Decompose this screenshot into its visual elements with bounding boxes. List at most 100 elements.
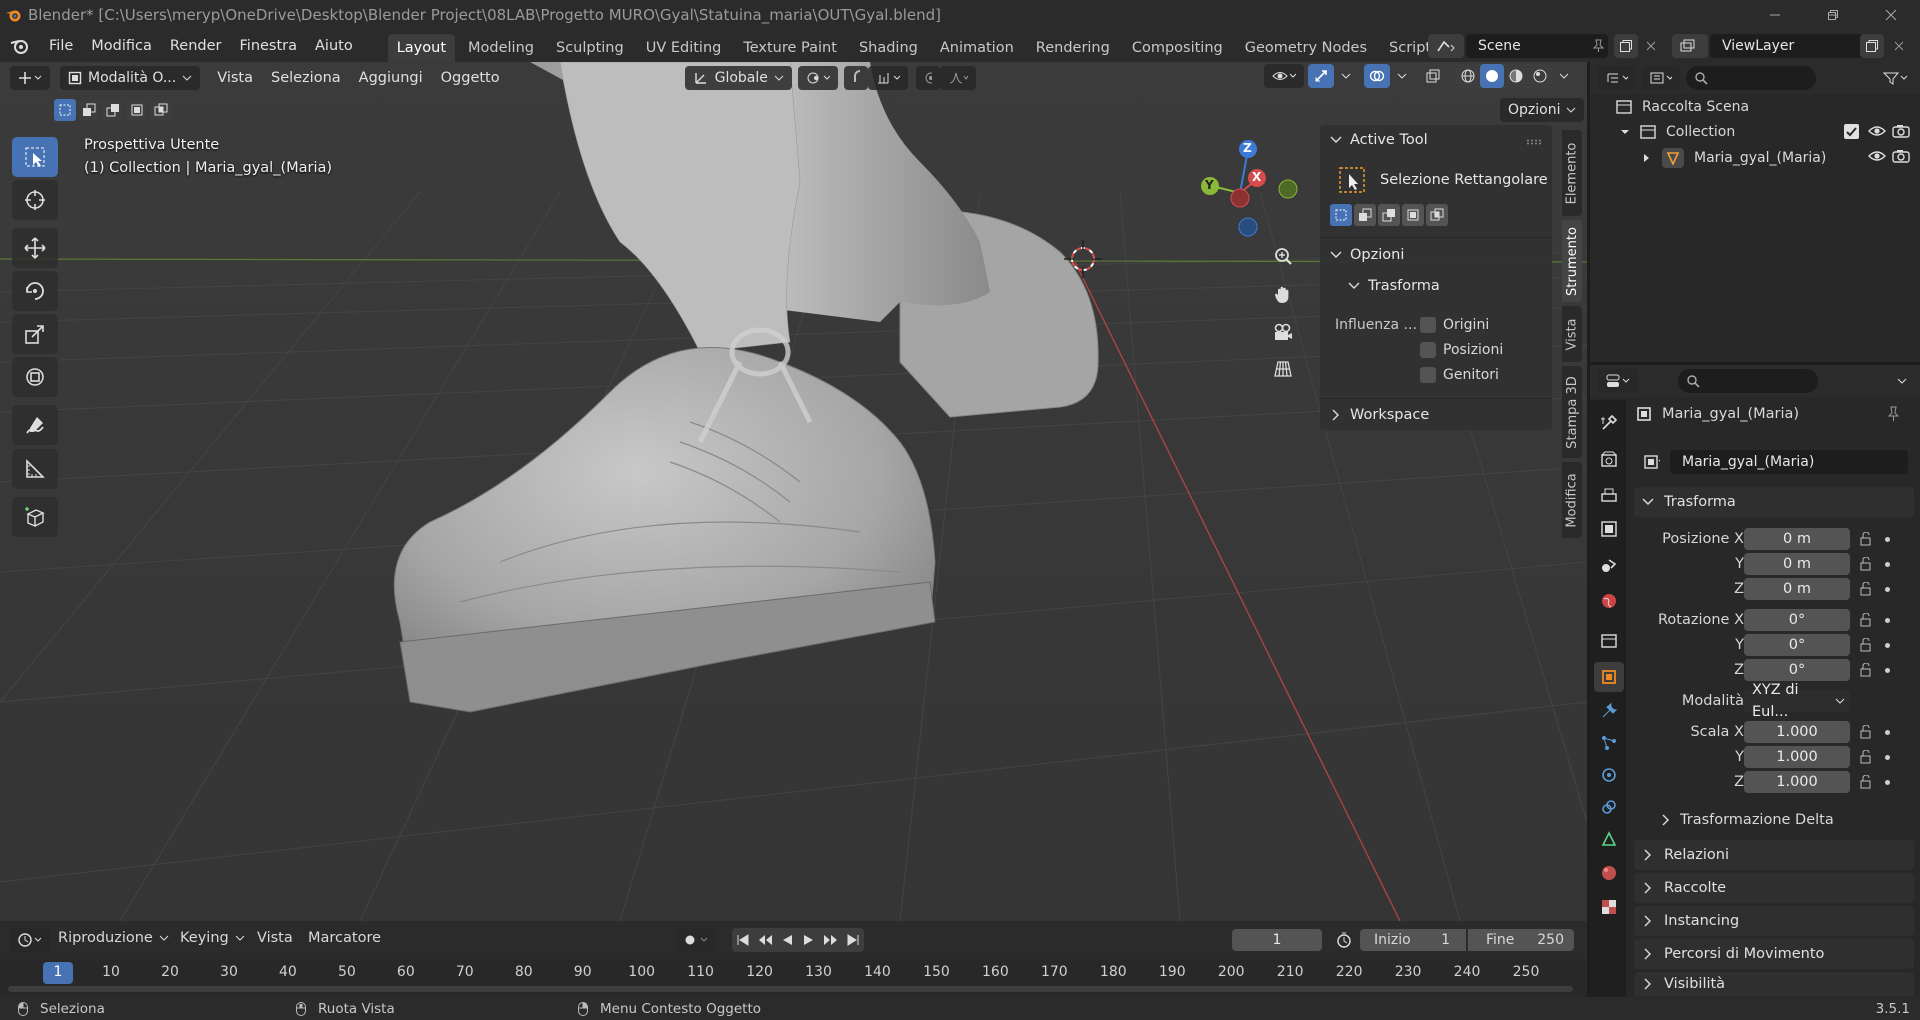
modifier-tab-icon[interactable] — [1596, 698, 1622, 724]
tab-geometry-nodes[interactable]: Geometry Nodes — [1236, 34, 1376, 62]
keyframe-dot-icon[interactable] — [1885, 537, 1890, 542]
start-frame-field[interactable]: Inizio 1 — [1360, 929, 1466, 951]
filter-icon[interactable] — [1878, 66, 1914, 90]
keyframe-dot-icon[interactable] — [1885, 730, 1890, 735]
checkbox[interactable] — [1420, 367, 1436, 383]
scene-tab-icon[interactable] — [1596, 552, 1622, 578]
particles-tab-icon[interactable] — [1596, 730, 1622, 756]
location-x-field[interactable]: 0 m — [1744, 528, 1850, 550]
snap-toggle-icon[interactable] — [843, 66, 868, 90]
menu-modifica[interactable]: Modifica — [82, 33, 161, 59]
physics-tab-icon[interactable] — [1596, 762, 1622, 788]
tab-uv-editing[interactable]: UV Editing — [637, 34, 731, 62]
pivot-point-icon[interactable] — [797, 66, 838, 90]
outliner-search-input[interactable] — [1686, 66, 1816, 90]
visibility-icon[interactable] — [1264, 64, 1304, 88]
delete-view-layer-icon[interactable] — [1888, 34, 1910, 58]
minimize-button-2[interactable] — [1746, 0, 1804, 30]
end-frame-field[interactable]: Fine 250 — [1468, 929, 1574, 951]
solid-shading-icon[interactable] — [1480, 64, 1504, 88]
eye-icon[interactable] — [1868, 149, 1886, 163]
output-tab-icon[interactable] — [1596, 482, 1622, 508]
rotation-x-field[interactable]: 0° — [1744, 609, 1850, 631]
tab-elemento[interactable]: Elemento — [1562, 130, 1582, 216]
delta-transform-subpanel[interactable]: Trasformazione Delta — [1660, 812, 1834, 828]
move-tool[interactable] — [12, 228, 58, 268]
tool-tab-icon[interactable] — [1596, 410, 1622, 436]
tab-compositing[interactable]: Compositing — [1123, 34, 1232, 62]
check-origins[interactable]: Origini — [1420, 317, 1489, 333]
world-tab-icon[interactable] — [1596, 588, 1622, 614]
select-box-tool[interactable] — [12, 137, 58, 177]
pin-icon[interactable] — [1588, 37, 1608, 55]
cursor-tool[interactable] — [12, 180, 58, 220]
properties-search-input[interactable] — [1678, 369, 1818, 393]
keyframe-dot-icon[interactable] — [1885, 587, 1890, 592]
camera-view-icon[interactable] — [1268, 317, 1298, 347]
perspective-toggle-icon[interactable] — [1268, 354, 1298, 384]
workspace-header[interactable]: Workspace — [1330, 407, 1429, 423]
orientation-dropdown[interactable]: Globale — [684, 66, 792, 90]
play-reverse-icon[interactable] — [776, 928, 798, 952]
annotate-tool[interactable] — [12, 405, 58, 445]
view-layer-field[interactable]: ViewLayer — [1710, 34, 1868, 58]
tab-modifica[interactable]: Modifica — [1562, 462, 1582, 538]
next-keyframe-icon[interactable] — [820, 928, 842, 952]
gizmo-toggle-icon[interactable] — [1308, 64, 1334, 88]
render-tab-icon[interactable] — [1596, 446, 1622, 472]
mode-new-icon[interactable] — [1330, 204, 1352, 226]
select-intersect-icon[interactable] — [150, 99, 172, 121]
data-tab-icon[interactable] — [1596, 826, 1622, 852]
new-scene-icon[interactable] — [1614, 34, 1638, 58]
select-invert-icon[interactable] — [126, 99, 148, 121]
keyframe-dot-icon[interactable] — [1885, 755, 1890, 760]
add-cube-tool[interactable] — [12, 497, 58, 537]
visibility-section[interactable]: Visibilità — [1634, 972, 1914, 996]
frame-ruler[interactable]: 1 10 20 30 40 50 60 70 80 90 100 110 120 130 140 150 160… — [0, 959, 1587, 997]
gizmo-dropdown-icon[interactable] — [1338, 64, 1354, 88]
rotate-tool[interactable] — [12, 271, 58, 311]
outliner-editor-type-icon[interactable] — [1598, 66, 1636, 90]
scene-name-field[interactable]: Scene — [1466, 34, 1608, 58]
check-positions[interactable]: Posizioni — [1420, 342, 1503, 358]
lock-icon[interactable] — [1858, 663, 1874, 677]
select-subtract-icon[interactable] — [102, 99, 124, 121]
keyframe-dot-icon[interactable] — [1885, 780, 1890, 785]
menu-aggiungi[interactable]: Aggiungi — [350, 70, 432, 86]
transform-tool[interactable] — [12, 357, 58, 397]
blender-menu-icon[interactable] — [0, 38, 40, 54]
jump-start-icon[interactable] — [732, 928, 754, 952]
proportional-falloff-icon[interactable] — [939, 66, 976, 90]
menu-vista[interactable]: Vista — [208, 70, 262, 86]
tab-sculpting[interactable]: Sculpting — [547, 34, 633, 62]
options-dropdown[interactable]: Opzioni — [1500, 98, 1585, 122]
menu-render[interactable]: Render — [161, 33, 231, 59]
motion-paths-section[interactable]: Percorsi di Movimento — [1634, 939, 1914, 969]
lock-icon[interactable] — [1858, 557, 1874, 571]
timeline-scrollbar[interactable] — [8, 986, 1573, 992]
overlay-dropdown-icon[interactable] — [1394, 64, 1410, 88]
rendered-shading-icon[interactable] — [1528, 64, 1552, 88]
options-header[interactable]: Opzioni — [1330, 247, 1404, 263]
tab-texture-paint[interactable]: Texture Paint — [734, 34, 846, 62]
collection-exclude-checkbox[interactable] — [1844, 124, 1859, 139]
lock-icon[interactable] — [1858, 532, 1874, 546]
select-new-icon[interactable] — [54, 99, 76, 121]
tab-shading[interactable]: Shading — [850, 34, 927, 62]
view-layer-icon[interactable] — [1672, 34, 1708, 58]
auto-keying-icon[interactable] — [676, 928, 716, 952]
measure-tool[interactable] — [12, 449, 58, 489]
active-tool-header[interactable]: Active Tool — [1330, 132, 1428, 148]
drag-handle-icon[interactable] — [1526, 139, 1542, 145]
overlay-toggle-icon[interactable] — [1364, 64, 1390, 88]
eye-icon[interactable] — [1868, 124, 1886, 138]
lock-icon[interactable] — [1858, 638, 1874, 652]
proportional-edit-icon[interactable] — [915, 66, 940, 90]
outliner-row-scene[interactable]: Raccolta Scena — [1616, 99, 1749, 115]
pin-icon[interactable] — [1886, 406, 1900, 422]
maximize-button[interactable] — [1804, 0, 1862, 30]
chevron-down-icon[interactable] — [1890, 369, 1914, 393]
tab-stampa-3d[interactable]: Stampa 3D — [1562, 366, 1582, 458]
outliner-row-object[interactable]: Maria_gyal_(Maria) — [1642, 148, 1826, 168]
current-frame-field[interactable]: 1 — [1232, 929, 1322, 951]
